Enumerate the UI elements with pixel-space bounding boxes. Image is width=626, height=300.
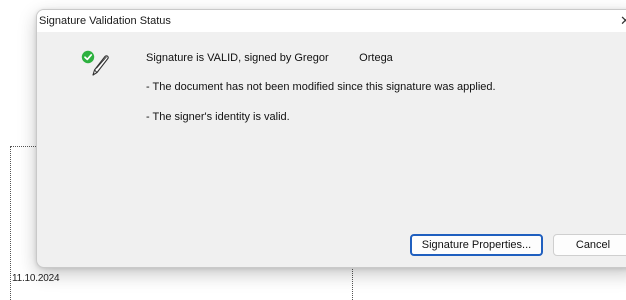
- check-badge-icon: [81, 50, 95, 64]
- signature-validation-dialog: Signature Validation Status ✕ Signature …: [36, 9, 626, 268]
- valid-signature-icon: [81, 50, 109, 76]
- cancel-button[interactable]: Cancel: [553, 234, 626, 256]
- signature-status-message: Signature is VALID, signed by Gregor Ort…: [146, 52, 393, 64]
- document-date: 11.10.2024: [12, 273, 60, 284]
- signature-properties-button[interactable]: Signature Properties...: [410, 234, 543, 256]
- document-border-left: [10, 146, 11, 300]
- signer-identity-message: - The signer's identity is valid.: [146, 111, 290, 123]
- screen: 11.10.2024 Signature Validation Status ✕: [0, 0, 626, 300]
- dialog-title: Signature Validation Status: [39, 15, 171, 27]
- dialog-titlebar: Signature Validation Status ✕: [37, 10, 626, 32]
- pen-icon: [92, 55, 109, 76]
- document-border-top: [10, 146, 36, 147]
- close-icon[interactable]: ✕: [620, 13, 626, 29]
- dialog-body: Signature is VALID, signed by Gregor Ort…: [37, 32, 626, 267]
- document-integrity-message: - The document has not been modified sin…: [146, 81, 496, 93]
